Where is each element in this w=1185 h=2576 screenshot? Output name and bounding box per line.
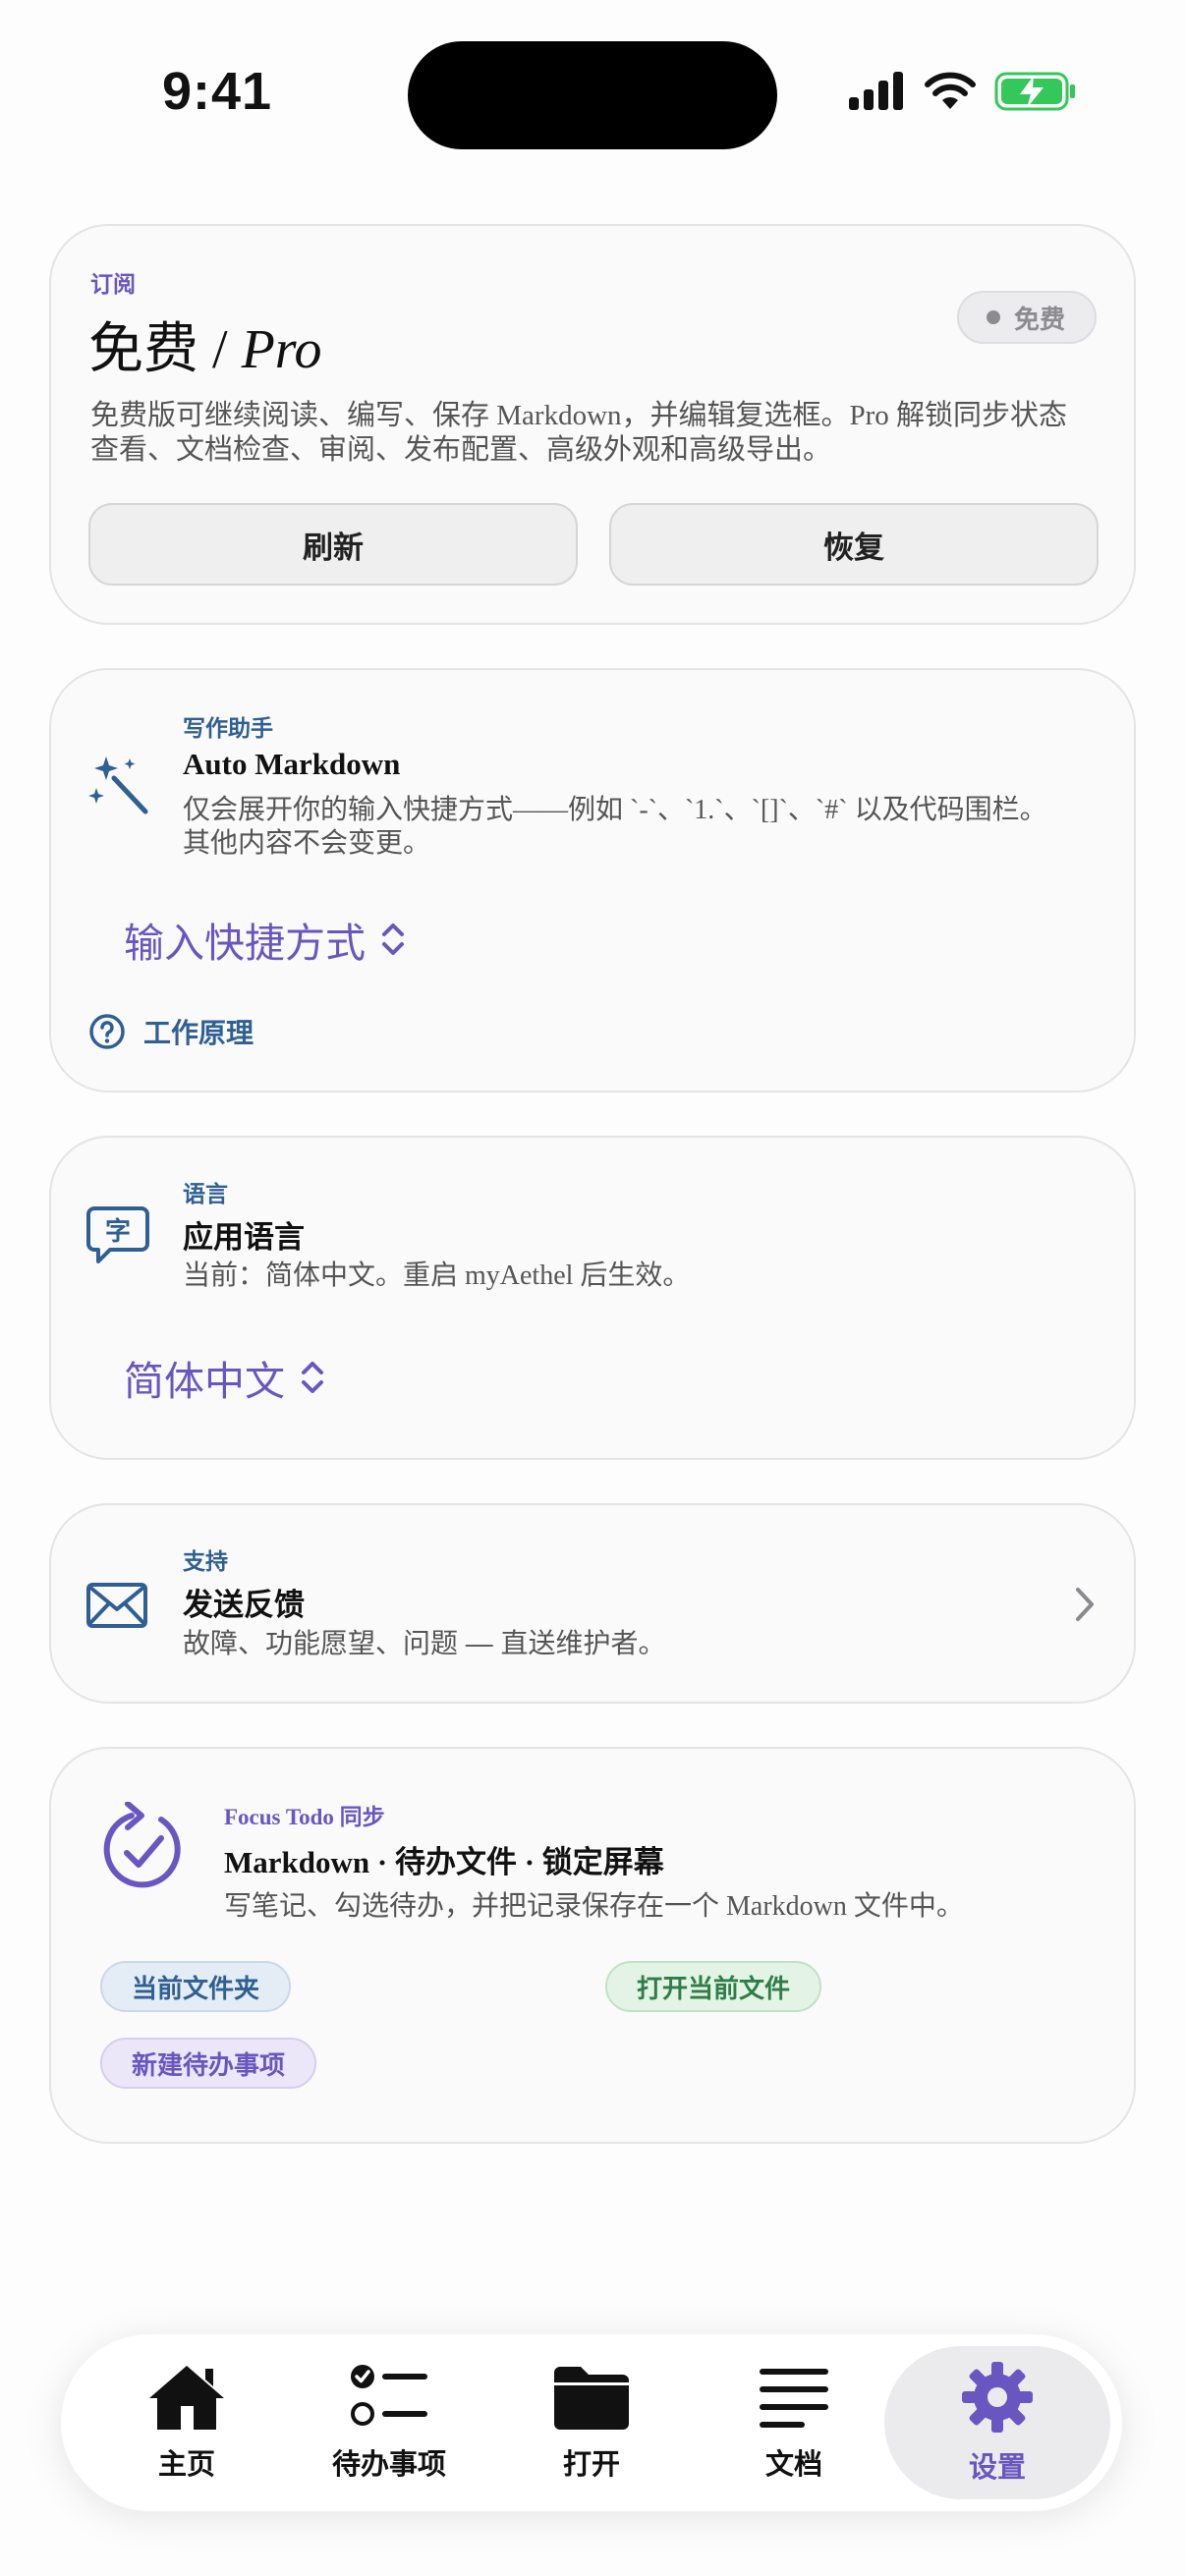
status-icons xyxy=(847,71,1077,112)
focus-title: Markdown · 待办文件 · 锁定屏幕 xyxy=(224,1845,664,1879)
status-bar: 9:41 xyxy=(0,0,1185,167)
support-title: 发送反馈 xyxy=(183,1588,305,1622)
send-feedback-row[interactable]: 支持 发送反馈 故障、功能愿望、问题 — 直送维护者。 xyxy=(49,1503,1136,1704)
focus-eyebrow: Focus Todo 同步 xyxy=(224,1805,385,1829)
plan-status-badge: 免费 xyxy=(956,291,1097,344)
how-it-works-label: 工作原理 xyxy=(143,1018,254,1048)
input-shortcut-picker-label: 输入快捷方式 xyxy=(124,921,366,966)
writing-description: 仅会展开你的输入快捷方式——例如 `-`、`1.`、`[]`、`#` 以及代码围… xyxy=(183,795,1047,859)
envelope-icon xyxy=(86,1583,147,1628)
subscription-title-pro: Pro xyxy=(241,319,322,380)
subscription-eyebrow: 订阅 xyxy=(90,271,136,297)
tab-open[interactable]: 打开 xyxy=(493,2346,690,2499)
refresh-button[interactable]: 刷新 xyxy=(88,503,578,586)
plan-status-label: 免费 xyxy=(1013,304,1065,334)
chevron-right-icon xyxy=(1076,1588,1094,1621)
tab-todos[interactable]: 待办事项 xyxy=(291,2346,487,2499)
tab-settings-label: 设置 xyxy=(968,2452,1026,2484)
magic-wand-icon xyxy=(88,756,148,814)
support-eyebrow: 支持 xyxy=(183,1548,228,1574)
status-dot-icon xyxy=(986,310,1000,324)
question-circle-icon xyxy=(89,1014,125,1049)
dynamic-island xyxy=(408,41,777,149)
tab-bar: 主页 待办事项 打开 文档 设置 xyxy=(61,2334,1122,2511)
house-icon xyxy=(149,2366,224,2430)
focus-description: 写笔记、勾选待办，并把记录保存在一个 Markdown 文件中。 xyxy=(224,1891,964,1922)
tab-docs-label: 文档 xyxy=(764,2449,822,2481)
how-it-works-link[interactable]: 工作原理 xyxy=(88,1012,254,1051)
language-picker[interactable]: 简体中文 xyxy=(124,1348,326,1407)
checklist-icon xyxy=(351,2365,427,2426)
wifi-icon xyxy=(925,72,976,109)
subscription-title-main: 免费 / xyxy=(88,319,242,380)
open-current-file-button[interactable]: 打开当前文件 xyxy=(605,1961,822,2012)
language-picker-label: 简体中文 xyxy=(124,1359,285,1404)
restore-button[interactable]: 恢复 xyxy=(609,503,1099,586)
subscription-description: 免费版可继续阅读、编写、保存 Markdown，并编辑复选框。Pro 解锁同步状… xyxy=(90,400,1068,466)
focus-todo-card: Focus Todo 同步 Markdown · 待办文件 · 锁定屏幕 写笔记… xyxy=(49,1747,1136,2144)
tab-docs[interactable]: 文档 xyxy=(696,2346,892,2499)
language-description: 当前：简体中文。重启 myAethel 后生效。 xyxy=(183,1260,691,1291)
status-time: 9:41 xyxy=(162,62,273,121)
tab-home-label: 主页 xyxy=(157,2449,215,2481)
language-eyebrow: 语言 xyxy=(183,1181,228,1206)
writing-eyebrow: 写作助手 xyxy=(183,715,273,741)
support-description: 故障、功能愿望、问题 — 直送维护者。 xyxy=(183,1628,666,1658)
current-folder-button[interactable]: 当前文件夹 xyxy=(100,1961,292,2012)
input-shortcut-picker[interactable]: 输入快捷方式 xyxy=(124,910,407,969)
language-bubble-icon: 字 xyxy=(86,1206,149,1263)
folder-icon xyxy=(554,2367,629,2430)
tab-home[interactable]: 主页 xyxy=(88,2346,285,2499)
subscription-title: 免费 / Pro xyxy=(88,305,321,384)
subscription-card: 订阅 免费 / Pro 免费 免费版可继续阅读、编写、保存 Markdown，并… xyxy=(49,224,1136,625)
language-title: 应用语言 xyxy=(183,1220,305,1255)
writing-assistant-card: 写作助手 Auto Markdown 仅会展开你的输入快捷方式——例如 `-`、… xyxy=(49,668,1136,1092)
battery-charging-icon xyxy=(994,72,1075,111)
svg-text:字: 字 xyxy=(105,1216,131,1247)
gear-icon xyxy=(962,2362,1033,2433)
writing-title: Auto Markdown xyxy=(183,747,401,781)
language-card: 字 语言 应用语言 当前：简体中文。重启 myAethel 后生效。 简体中文 xyxy=(49,1136,1136,1460)
tab-open-label: 打开 xyxy=(562,2449,620,2481)
cellular-signal-icon xyxy=(849,72,903,110)
chevron-up-down-icon xyxy=(302,1362,323,1393)
sync-check-icon xyxy=(103,1802,181,1888)
tab-todos-label: 待办事项 xyxy=(331,2449,446,2481)
lines-icon xyxy=(760,2369,828,2428)
new-todo-button[interactable]: 新建待办事项 xyxy=(100,2038,317,2089)
tab-settings[interactable]: 设置 xyxy=(884,2346,1110,2499)
chevron-up-down-icon xyxy=(382,924,404,955)
